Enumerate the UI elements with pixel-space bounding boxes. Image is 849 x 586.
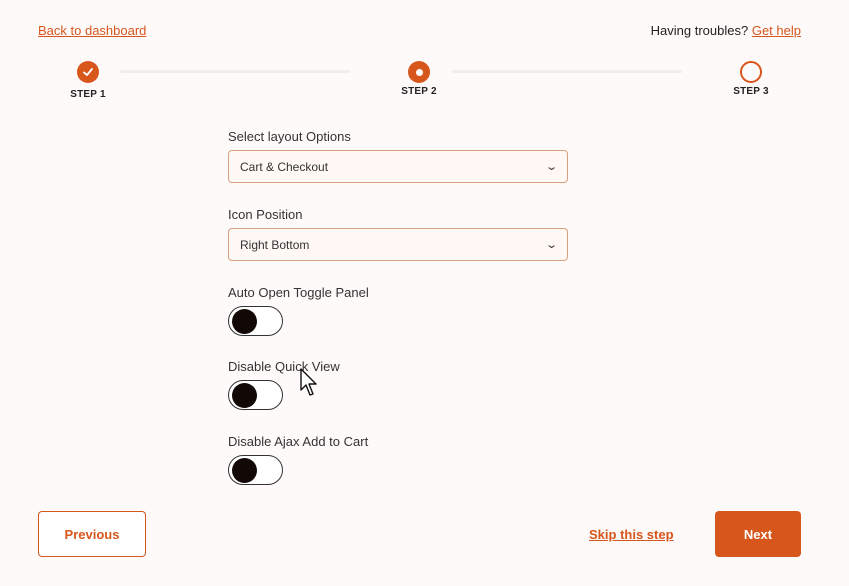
chevron-down-icon: ⌄	[544, 161, 558, 173]
step-connector-2	[452, 70, 682, 73]
auto-open-toggle-label: Auto Open Toggle Panel	[228, 285, 369, 300]
disable-ajax-add-to-cart-label: Disable Ajax Add to Cart	[228, 434, 369, 449]
step-connector-1	[120, 70, 350, 73]
step-1-indicator	[77, 61, 99, 83]
step-1-label: STEP 1	[70, 89, 106, 100]
toggle-knob	[232, 383, 257, 408]
layout-options-select[interactable]: Cart & Checkout ⌄	[228, 150, 568, 183]
help-text: Having troubles? Get help	[651, 23, 801, 38]
current-step-dot-icon	[415, 68, 423, 76]
mouse-pointer-icon	[300, 368, 317, 396]
disable-quick-view-label: Disable Quick View	[228, 359, 340, 374]
step-2-indicator	[408, 61, 430, 83]
step-1: STEP 1	[58, 61, 118, 100]
step-2-label: STEP 2	[401, 86, 437, 97]
next-button[interactable]: Next	[715, 511, 801, 557]
disable-ajax-add-to-cart-toggle[interactable]	[228, 455, 283, 485]
back-to-dashboard-link[interactable]: Back to dashboard	[38, 23, 146, 38]
help-prefix: Having troubles?	[650, 23, 749, 38]
step-2: STEP 2	[389, 61, 449, 97]
toggle-knob	[232, 309, 257, 334]
previous-button[interactable]: Previous	[38, 511, 146, 557]
icon-position-select[interactable]: Right Bottom ⌄	[228, 228, 568, 261]
disable-quick-view-toggle[interactable]	[228, 380, 283, 410]
check-icon	[83, 68, 93, 76]
icon-position-value: Right Bottom	[240, 237, 310, 252]
step-3: STEP 3	[721, 61, 781, 97]
layout-options-value: Cart & Checkout	[240, 159, 329, 174]
toggle-knob	[232, 458, 257, 483]
skip-step-link[interactable]: Skip this step	[589, 527, 674, 542]
chevron-down-icon: ⌄	[544, 239, 558, 251]
step-3-indicator	[740, 61, 762, 83]
icon-position-label: Icon Position	[228, 207, 303, 222]
get-help-link[interactable]: Get help	[752, 23, 801, 38]
layout-options-label: Select layout Options	[228, 129, 351, 144]
auto-open-toggle[interactable]	[228, 306, 283, 336]
step-3-label: STEP 3	[733, 86, 769, 97]
